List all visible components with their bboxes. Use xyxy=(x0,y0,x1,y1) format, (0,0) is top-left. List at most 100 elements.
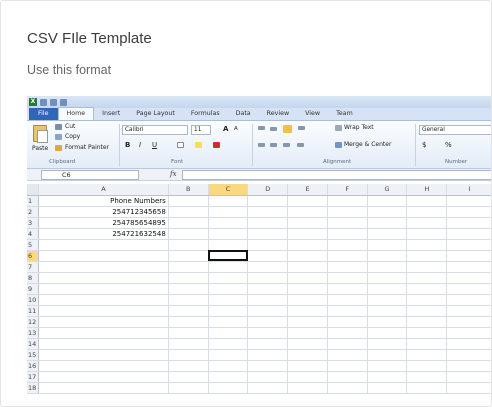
table-row: 14 xyxy=(27,338,491,350)
cell xyxy=(446,349,491,361)
formula-bar: C6 fx xyxy=(27,169,491,181)
cell xyxy=(287,206,328,218)
cell xyxy=(168,228,209,240)
row-header: 5 xyxy=(27,239,40,251)
table-row: 18 xyxy=(27,382,491,394)
tab-data: Data xyxy=(235,110,251,117)
cell xyxy=(327,283,368,295)
cell xyxy=(168,206,209,218)
cell xyxy=(406,272,448,284)
cell xyxy=(446,382,491,394)
cell-a6 xyxy=(38,250,169,262)
cell xyxy=(168,272,209,284)
row-header: 3 xyxy=(27,217,40,229)
cell xyxy=(247,382,289,394)
cell xyxy=(446,283,491,295)
fill-color-icon xyxy=(195,142,202,148)
cell xyxy=(406,382,448,394)
cell-a18 xyxy=(38,382,169,394)
table-row: 6 xyxy=(27,250,491,262)
format-painter-icon xyxy=(55,145,62,151)
cell xyxy=(287,239,328,251)
align-top-icon xyxy=(258,126,265,130)
cell xyxy=(327,261,368,273)
cell xyxy=(208,206,249,218)
cell xyxy=(367,239,408,251)
cell xyxy=(367,261,408,273)
cell xyxy=(208,305,249,317)
table-row: 5 xyxy=(27,239,491,251)
scissors-icon xyxy=(55,124,62,130)
row-header: 6 xyxy=(27,250,40,262)
row-header: 15 xyxy=(27,349,40,361)
merge-center-icon xyxy=(335,142,342,148)
cell xyxy=(327,272,368,284)
select-all-corner xyxy=(27,184,40,196)
orientation-icon xyxy=(298,126,305,130)
cell xyxy=(367,272,408,284)
cell xyxy=(367,228,408,240)
cell xyxy=(287,371,328,383)
cell xyxy=(446,239,491,251)
cell xyxy=(287,272,328,284)
row-header: 2 xyxy=(27,206,40,218)
percent-button: % xyxy=(445,141,452,149)
cell-a12 xyxy=(38,316,169,328)
row-header: 17 xyxy=(27,371,40,383)
table-row: 10 xyxy=(27,294,491,306)
font-size-select: 11 xyxy=(191,125,211,135)
cell-a11 xyxy=(38,305,169,317)
column-header-i: I xyxy=(446,184,491,196)
row-header: 8 xyxy=(27,272,40,284)
copy-button: Copy xyxy=(65,133,81,140)
cell xyxy=(247,338,289,350)
ribbon-home: Paste Cut Copy Format Painter Clipboard … xyxy=(27,121,491,169)
cell xyxy=(247,217,289,229)
tab-insert: Insert xyxy=(102,110,121,117)
cell xyxy=(247,316,289,328)
spreadsheet-grid: ABCDEFGHI 1 Phone Numbers 2 254712345658 3 25… xyxy=(27,184,491,406)
cell xyxy=(406,195,448,207)
cell xyxy=(406,316,448,328)
cell xyxy=(247,261,289,273)
row-header: 10 xyxy=(27,294,40,306)
cell xyxy=(406,338,448,350)
cell xyxy=(287,338,328,350)
cell xyxy=(287,349,328,361)
cell xyxy=(208,217,249,229)
cell xyxy=(287,327,328,339)
cell xyxy=(367,217,408,229)
align-center-icon xyxy=(270,143,277,147)
tab-formulas: Formulas xyxy=(190,110,220,117)
cell xyxy=(327,349,368,361)
cell xyxy=(446,261,491,273)
cell xyxy=(168,294,209,306)
cell xyxy=(367,360,408,372)
cell xyxy=(406,283,448,295)
format-painter-button: Format Painter xyxy=(65,144,110,151)
undo-icon xyxy=(50,98,57,106)
column-header-b: B xyxy=(168,184,209,196)
cell xyxy=(168,349,209,361)
table-row: 13 xyxy=(27,327,491,339)
table-row: 17 xyxy=(27,371,491,383)
column-header-a: A xyxy=(38,184,169,196)
cell xyxy=(367,250,408,262)
cell xyxy=(287,382,328,394)
cell xyxy=(406,261,448,273)
excel-logo-icon: X xyxy=(29,98,37,106)
borders-icon xyxy=(177,142,184,148)
row-header: 14 xyxy=(27,338,40,350)
clipboard-group-label: Clipboard xyxy=(49,159,76,165)
fx-icon: fx xyxy=(170,170,177,178)
table-row: 15 xyxy=(27,349,491,361)
quick-access-toolbar: X xyxy=(27,96,491,108)
font-color-icon xyxy=(213,142,220,148)
cell xyxy=(406,294,448,306)
cell xyxy=(208,382,249,394)
cell xyxy=(327,382,368,394)
column-header-d: D xyxy=(247,184,289,196)
table-row: 1 Phone Numbers xyxy=(27,195,491,207)
cell xyxy=(208,283,249,295)
align-bottom-icon xyxy=(283,125,292,133)
